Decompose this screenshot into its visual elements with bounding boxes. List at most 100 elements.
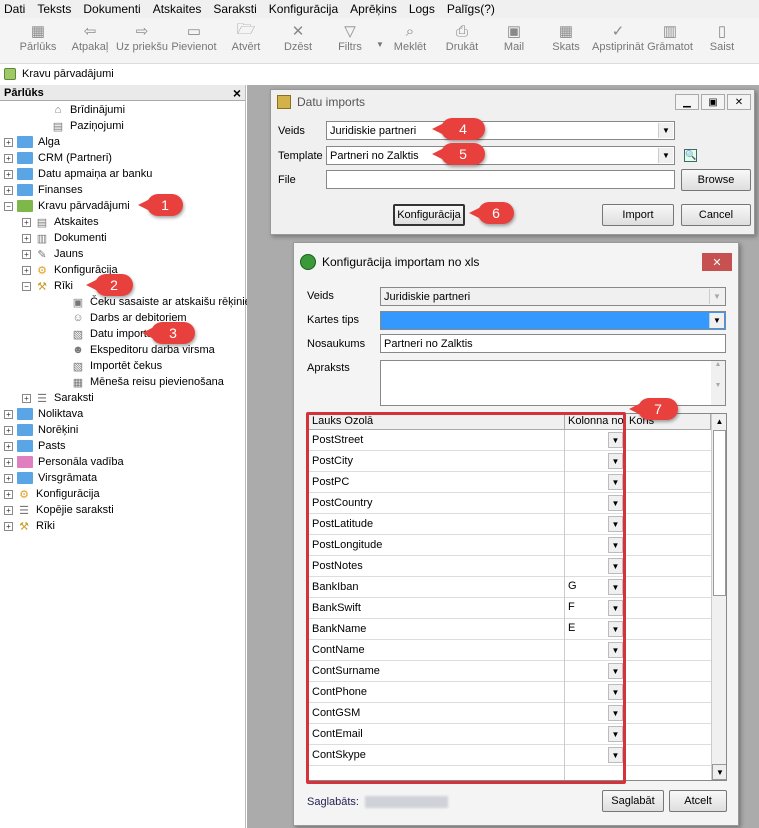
const-cell[interactable] bbox=[626, 556, 711, 577]
scroll-thumb[interactable] bbox=[713, 430, 726, 596]
column-select[interactable]: ▼ bbox=[565, 451, 626, 472]
tree-item[interactable]: ▧ Datu imports bbox=[58, 326, 153, 342]
const-cell[interactable] bbox=[626, 640, 711, 661]
tree-item[interactable]: + Datu apmaiņa ar banku bbox=[4, 166, 152, 182]
toolbar-button-8[interactable]: ⎙ Drukāt bbox=[436, 18, 488, 64]
table-row[interactable]: ContPhone ▼ bbox=[309, 682, 711, 703]
toolbar-button-12[interactable]: ▥ Grāmatot bbox=[644, 18, 696, 64]
save-button[interactable]: Saglabāt bbox=[602, 790, 664, 812]
toolbar-button-0[interactable]: ▦ Pārlūks bbox=[12, 18, 64, 64]
expand-icon[interactable]: + bbox=[22, 393, 31, 403]
const-cell[interactable] bbox=[626, 682, 711, 703]
tree-item[interactable]: + Noliktava bbox=[4, 406, 83, 422]
menu-item-3[interactable]: Atskaites bbox=[153, 2, 202, 16]
table-row[interactable]: PostCity ▼ bbox=[309, 451, 711, 472]
expand-icon[interactable]: + bbox=[22, 249, 31, 259]
tree-item[interactable]: ▦ Mēneša reisu pievienošana bbox=[58, 374, 224, 390]
tree-item[interactable]: + ▥ Dokumenti bbox=[22, 230, 107, 246]
const-cell[interactable] bbox=[626, 535, 711, 556]
chevron-down-icon[interactable]: ▼ bbox=[608, 516, 623, 532]
template-select[interactable]: Partneri no Zalktis ▼ bbox=[326, 146, 675, 165]
tree-item[interactable]: + Alga bbox=[4, 134, 60, 150]
tree-item[interactable]: + Norēķini bbox=[4, 422, 78, 438]
column-select[interactable]: ▼ bbox=[565, 430, 626, 451]
tab-title[interactable]: Kravu pārvadājumi bbox=[22, 68, 114, 80]
chevron-down-icon[interactable]: ▼ bbox=[608, 537, 623, 553]
column-header-column[interactable]: Kolonna no bbox=[565, 414, 626, 430]
close-icon[interactable]: ✕ bbox=[727, 94, 751, 110]
chevron-down-icon[interactable]: ▼ bbox=[658, 123, 673, 138]
chevron-down-icon[interactable]: ▼ bbox=[608, 579, 623, 595]
toolbar-button-5[interactable]: ✕ Dzēst bbox=[272, 18, 324, 64]
chevron-down-icon[interactable]: ▼ bbox=[658, 148, 673, 163]
toolbar-button-3[interactable]: ▭ Pievienot bbox=[168, 18, 220, 64]
kartes-tips-select[interactable]: ▼ bbox=[380, 311, 726, 330]
close-icon[interactable]: ✕ bbox=[702, 253, 732, 271]
file-input[interactable] bbox=[326, 170, 675, 189]
chevron-down-icon[interactable]: ▼ bbox=[608, 474, 623, 490]
toolbar-button-4[interactable]: 🗁 Atvērt bbox=[220, 18, 272, 64]
empty-row[interactable] bbox=[309, 766, 711, 780]
const-cell[interactable] bbox=[626, 598, 711, 619]
column-select[interactable]: E ▼ bbox=[565, 619, 626, 640]
collapse-icon[interactable]: − bbox=[4, 201, 13, 211]
column-select[interactable]: ▼ bbox=[565, 535, 626, 556]
expand-icon[interactable]: + bbox=[4, 153, 13, 163]
restore-icon[interactable]: ▣ bbox=[701, 94, 725, 110]
configuration-button[interactable]: Konfigurācija bbox=[393, 204, 465, 226]
menu-item-4[interactable]: Saraksti bbox=[213, 2, 256, 16]
tree-item[interactable]: + CRM (Partneri) bbox=[4, 150, 112, 166]
column-select[interactable]: G ▼ bbox=[565, 577, 626, 598]
column-select[interactable]: ▼ bbox=[565, 640, 626, 661]
toolbar-button-11[interactable]: ✓ Apstiprināt bbox=[592, 18, 644, 64]
tree-item[interactable]: + ⚙ Konfigurācija bbox=[4, 486, 100, 502]
expand-icon[interactable]: + bbox=[22, 217, 31, 227]
chevron-down-icon[interactable]: ▼ bbox=[608, 684, 623, 700]
chevron-down-icon[interactable]: ▼ bbox=[608, 726, 623, 742]
table-row[interactable]: PostNotes ▼ bbox=[309, 556, 711, 577]
apraksts-textarea[interactable] bbox=[380, 360, 726, 406]
chevron-down-icon[interactable]: ▼ bbox=[608, 705, 623, 721]
chevron-down-icon[interactable]: ▼ bbox=[608, 558, 623, 574]
column-select[interactable]: ▼ bbox=[565, 493, 626, 514]
table-row[interactable]: BankName E ▼ bbox=[309, 619, 711, 640]
import-button[interactable]: Import bbox=[602, 204, 674, 226]
expand-icon[interactable]: + bbox=[4, 505, 13, 515]
chevron-down-icon[interactable]: ▼ bbox=[608, 432, 623, 448]
collapse-icon[interactable]: − bbox=[22, 281, 31, 291]
const-cell[interactable] bbox=[626, 703, 711, 724]
table-row[interactable]: ContEmail ▼ bbox=[309, 724, 711, 745]
column-select[interactable]: ▼ bbox=[565, 661, 626, 682]
column-select[interactable]: ▼ bbox=[565, 556, 626, 577]
search-icon[interactable]: 🔍 bbox=[684, 149, 697, 162]
const-cell[interactable] bbox=[626, 619, 711, 640]
column-select[interactable]: ▼ bbox=[565, 745, 626, 766]
expand-icon[interactable]: + bbox=[22, 233, 31, 243]
chevron-down-icon[interactable]: ▼ bbox=[608, 747, 623, 763]
tree-item[interactable]: ▤ Paziņojumi bbox=[38, 118, 124, 134]
const-cell[interactable] bbox=[626, 661, 711, 682]
table-row[interactable]: PostLatitude ▼ bbox=[309, 514, 711, 535]
menu-item-5[interactable]: Konfigurācija bbox=[269, 2, 338, 16]
tree-item[interactable]: + ✎ Jauns bbox=[22, 246, 83, 262]
grid-scrollbar[interactable]: ▲ ▼ bbox=[711, 414, 726, 780]
tree-item[interactable]: + Pasts bbox=[4, 438, 66, 454]
expand-icon[interactable]: + bbox=[4, 457, 13, 467]
const-cell[interactable] bbox=[626, 451, 711, 472]
menu-item-7[interactable]: Logs bbox=[409, 2, 435, 16]
table-row[interactable]: ContSurname ▼ bbox=[309, 661, 711, 682]
expand-icon[interactable]: + bbox=[4, 409, 13, 419]
chevron-down-icon[interactable]: ▼ bbox=[608, 621, 623, 637]
chevron-down-icon[interactable]: ▼ bbox=[608, 453, 623, 469]
tree-item[interactable]: − ⚒ Rīki bbox=[22, 278, 73, 294]
tree-item[interactable]: + ☰ Kopējie saraksti bbox=[4, 502, 114, 518]
scroll-up-icon[interactable]: ▲ bbox=[712, 414, 726, 430]
tree-item[interactable]: + Finanses bbox=[4, 182, 83, 198]
nosaukums-input[interactable]: Partneri no Zalktis bbox=[380, 334, 726, 353]
expand-icon[interactable]: + bbox=[4, 169, 13, 179]
table-row[interactable]: ContName ▼ bbox=[309, 640, 711, 661]
toolbar-button-13[interactable]: ▯ Saist bbox=[696, 18, 748, 64]
menu-item-1[interactable]: Teksts bbox=[37, 2, 71, 16]
menu-item-8[interactable]: Palīgs(?) bbox=[447, 2, 495, 16]
column-select[interactable]: ▼ bbox=[565, 724, 626, 745]
